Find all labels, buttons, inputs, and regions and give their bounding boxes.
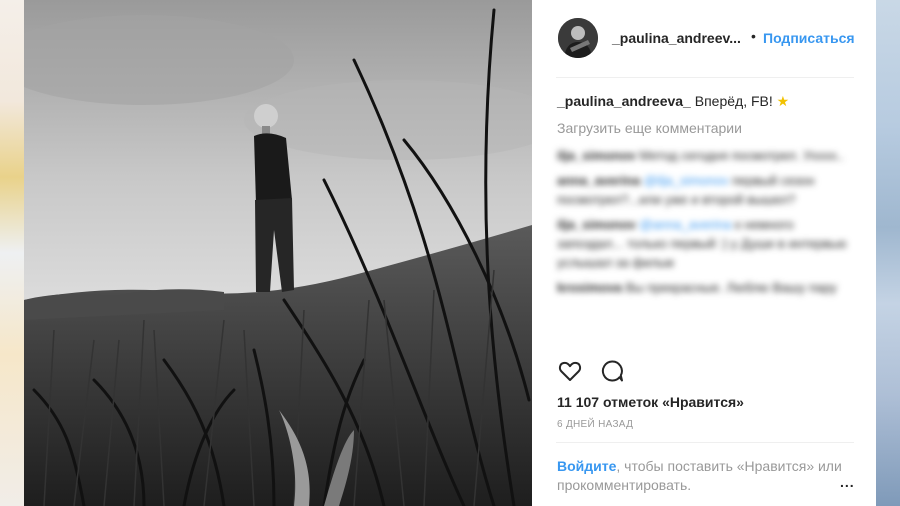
comment-text: Вы прекрасные. Люблю Вашу пару: [622, 280, 837, 295]
background-right-blur: [876, 0, 900, 506]
comments-list: ilja_simonov Метод сегодня посмотрел. Ух…: [557, 146, 857, 303]
heart-outline-icon: [558, 361, 582, 381]
profile-photo-icon: [558, 18, 598, 58]
comment-text: Метод сегодня посмотрел. Ухххх..: [635, 148, 844, 163]
comment-button[interactable]: [599, 358, 625, 384]
comment-item: anna_averina @ilja_simonov первый сезон …: [557, 171, 857, 209]
like-button[interactable]: [557, 358, 583, 384]
star-emoji-icon: ★: [776, 93, 790, 109]
separator-dot: •: [751, 28, 756, 44]
comment-username[interactable]: anna_averina: [557, 173, 640, 188]
post-header: _paulina_andreev... • Подписаться: [532, 0, 876, 78]
speech-bubble-icon: [601, 360, 623, 382]
avatar[interactable]: [558, 18, 598, 58]
photo-man-in-grass: [24, 0, 532, 506]
follow-button[interactable]: Подписаться: [763, 30, 855, 46]
comment-username[interactable]: ilja_simonov: [557, 148, 636, 163]
header-divider: [556, 77, 854, 78]
post-photo[interactable]: [24, 0, 532, 506]
action-bar: [557, 358, 857, 384]
post-username[interactable]: _paulina_andreev...: [612, 30, 741, 46]
more-options-button[interactable]: ...: [840, 474, 855, 490]
login-prompt: Войдите, чтобы поставить «Нравится» или …: [557, 457, 842, 495]
post-caption: _paulina_andreeva_ Вперёд, FB! ★: [557, 93, 789, 110]
comment-mention[interactable]: @ilja_simonov: [644, 173, 729, 188]
footer-divider: [556, 442, 854, 443]
post-timestamp[interactable]: 6 ДНЕЙ НАЗАД: [557, 419, 633, 430]
caption-username[interactable]: _paulina_andreeva_: [557, 93, 691, 109]
background-left-blur: [0, 0, 24, 506]
comment-item: ilja_simonov Метод сегодня посмотрел. Ух…: [557, 146, 857, 165]
load-more-comments-link[interactable]: Загрузить еще комментарии: [557, 120, 742, 136]
comment-username[interactable]: krosimova: [557, 280, 622, 295]
caption-text: Вперёд, FB!: [690, 93, 777, 109]
comment-item: ilja_simonov @anna_averina к немного зап…: [557, 215, 857, 272]
comment-username[interactable]: ilja_simonov: [557, 217, 636, 232]
post-sidebar: _paulina_andreev... • Подписаться _pauli…: [532, 0, 876, 506]
comment-mention[interactable]: @anna_averina: [639, 217, 731, 232]
likes-count[interactable]: 11 107 отметок «Нравится»: [557, 394, 744, 410]
login-link[interactable]: Войдите: [557, 458, 616, 474]
comment-item: krosimova Вы прекрасные. Люблю Вашу пару: [557, 278, 857, 297]
